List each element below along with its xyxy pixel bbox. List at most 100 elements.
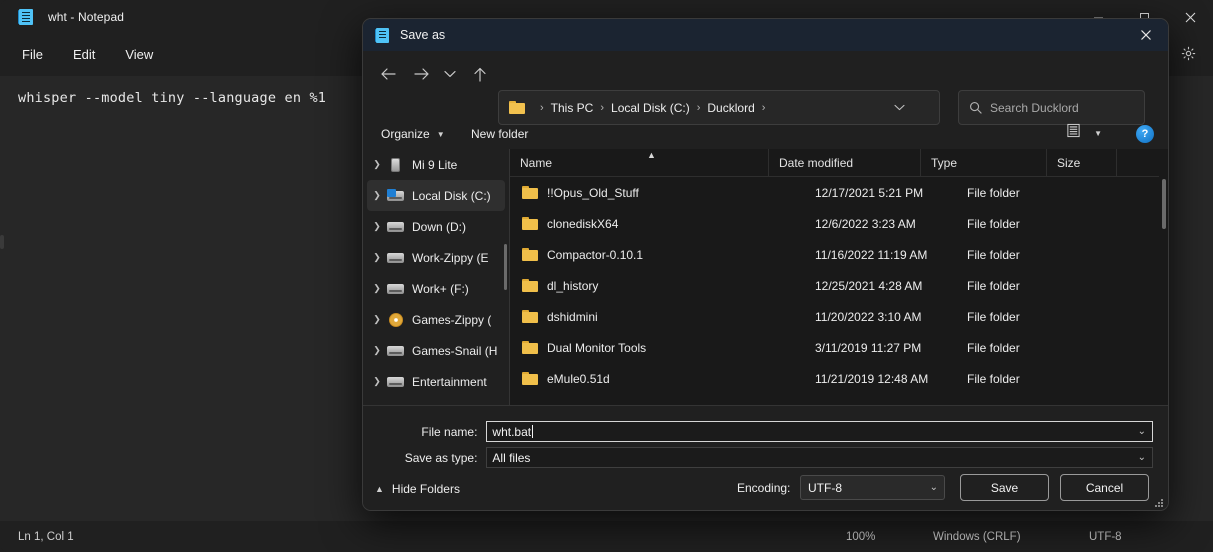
breadcrumb-local-disk[interactable]: Local Disk (C:)	[611, 101, 690, 115]
organize-button[interactable]: Organize ▼	[373, 123, 453, 145]
chevron-down-icon[interactable]	[894, 102, 905, 114]
drive-icon	[387, 282, 404, 296]
sidebar-item-label: Work-Zippy (E	[412, 250, 489, 265]
sidebar-item-label: Down (D:)	[412, 219, 467, 234]
help-icon[interactable]: ?	[1136, 125, 1154, 143]
notepad-text: whisper --model tiny --language en %1	[18, 90, 327, 106]
sidebar-item-games-zippy[interactable]: ❯ Games-Zippy (	[367, 304, 505, 335]
chevron-right-icon[interactable]: ❯	[367, 159, 387, 170]
chevron-down-icon[interactable]: ⌄	[1138, 452, 1146, 463]
sidebar-item-local-disk-c[interactable]: ❯ Local Disk (C:)	[367, 180, 505, 211]
close-icon[interactable]	[1124, 19, 1168, 51]
column-header-size[interactable]: Size	[1046, 149, 1116, 176]
drive-icon	[387, 251, 404, 265]
column-label: Name	[520, 155, 553, 170]
table-row[interactable]: Dual Monitor Tools 3/11/2019 11:27 PM Fi…	[510, 332, 1168, 363]
table-row[interactable]: clonediskX64 12/6/2022 3:23 AM File fold…	[510, 208, 1168, 239]
notepad-scrollbar[interactable]	[0, 235, 4, 249]
file-type: File folder	[967, 216, 1020, 231]
status-cursor-position: Ln 1, Col 1	[18, 530, 74, 543]
column-header-type[interactable]: Type	[920, 149, 1046, 176]
breadcrumb-ducklord[interactable]: Ducklord	[707, 101, 754, 115]
file-name: Compactor-0.10.1	[547, 247, 644, 262]
notepad-icon	[18, 9, 34, 25]
save-as-type-value: All files	[492, 450, 531, 465]
column-header-extra[interactable]	[1116, 149, 1168, 176]
sort-ascending-icon: ▲	[647, 150, 656, 160]
sidebar-item-work-zippy-e[interactable]: ❯ Work-Zippy (E	[367, 242, 505, 273]
arrow-right-icon[interactable]	[407, 59, 437, 89]
status-zoom-level[interactable]: 100%	[846, 531, 875, 543]
screen: wht - Notepad File Edit View whisper --m…	[0, 0, 1213, 552]
file-type: File folder	[967, 278, 1020, 293]
file-name-input[interactable]: wht.bat ⌄	[486, 421, 1153, 442]
new-folder-button[interactable]: New folder	[463, 123, 536, 145]
gear-icon[interactable]	[1173, 38, 1203, 68]
command-bar: Organize ▼ New folder ▼ ?	[363, 119, 1168, 149]
navigation-pane[interactable]: ❯ Mi 9 Lite ❯ Local Disk (C:) ❯ Down (D:…	[363, 149, 509, 405]
resize-grip-icon[interactable]	[1155, 499, 1164, 508]
encoding-select[interactable]: UTF-8 ⌄	[800, 475, 945, 500]
column-header-name[interactable]: Name ▲	[510, 149, 768, 176]
chevron-right-icon[interactable]: ❯	[367, 283, 387, 294]
new-folder-label: New folder	[471, 127, 529, 141]
chevron-down-icon[interactable]	[437, 59, 463, 89]
sidebar-item-label: Work+ (F:)	[412, 281, 469, 296]
chevron-right-icon[interactable]: ❯	[367, 376, 387, 387]
folder-icon	[522, 217, 538, 230]
arrow-up-icon[interactable]	[465, 59, 495, 89]
sidebar-scrollbar[interactable]	[504, 244, 507, 290]
file-name-row: File name: wht.bat ⌄	[363, 421, 1153, 442]
dialog-body: ❯ Mi 9 Lite ❯ Local Disk (C:) ❯ Down (D:…	[363, 149, 1168, 405]
table-row[interactable]: eMule0.51d 11/21/2019 12:48 AM File fold…	[510, 363, 1168, 394]
file-type: File folder	[967, 371, 1020, 386]
table-row[interactable]: !!Opus_Old_Stuff 12/17/2021 5:21 PM File…	[510, 177, 1168, 208]
drive-icon	[387, 344, 404, 358]
chevron-down-icon[interactable]: ⌄	[930, 482, 938, 493]
chevron-right-icon[interactable]: ❯	[367, 345, 387, 356]
notepad-statusbar: Ln 1, Col 1 100% Windows (CRLF) UTF-8	[0, 521, 1213, 552]
chevron-up-icon: ▲	[375, 484, 384, 494]
folder-icon	[522, 310, 538, 323]
hide-folders-button[interactable]: ▲ Hide Folders	[375, 482, 460, 496]
chevron-right-icon[interactable]: ❯	[367, 314, 387, 325]
view-options-button[interactable]: ▼	[1066, 123, 1102, 143]
file-date: 12/6/2022 3:23 AM	[815, 216, 916, 231]
file-list[interactable]: Name ▲ Date modified Type Size !!Opus_Ol…	[510, 149, 1168, 405]
chevron-right-icon[interactable]: ❯	[367, 252, 387, 263]
text-cursor	[532, 425, 534, 438]
arrow-left-icon[interactable]	[373, 59, 403, 89]
table-row[interactable]: Compactor-0.10.1 11/16/2022 11:19 AM Fil…	[510, 239, 1168, 270]
breadcrumb-this-pc[interactable]: This PC	[551, 101, 594, 115]
menu-edit[interactable]: Edit	[61, 43, 107, 66]
cancel-button[interactable]: Cancel	[1060, 474, 1149, 501]
sidebar-item-work-plus-f[interactable]: ❯ Work+ (F:)	[367, 273, 505, 304]
sidebar-item-mi-9-lite[interactable]: ❯ Mi 9 Lite	[367, 149, 505, 180]
file-name: dl_history	[547, 278, 599, 293]
save-button[interactable]: Save	[960, 474, 1049, 501]
help-label: ?	[1141, 128, 1149, 140]
folder-icon	[522, 186, 538, 199]
close-icon[interactable]	[1167, 0, 1213, 34]
table-row[interactable]: dl_history 12/25/2021 4:28 AM File folde…	[510, 270, 1168, 301]
chevron-right-icon[interactable]: ❯	[367, 190, 387, 201]
menu-file[interactable]: File	[10, 43, 55, 66]
sidebar-item-games-snail-h[interactable]: ❯ Games-Snail (H	[367, 335, 505, 366]
file-list-scrollbar-thumb[interactable]	[1162, 179, 1166, 229]
menu-view[interactable]: View	[113, 43, 165, 66]
file-date: 11/21/2019 12:48 AM	[815, 371, 929, 386]
folder-icon	[522, 341, 538, 354]
column-header-date-modified[interactable]: Date modified	[768, 149, 920, 176]
save-as-type-select[interactable]: All files ⌄	[486, 447, 1153, 468]
encoding-label: Encoding:	[737, 481, 791, 495]
sidebar-item-entertainment[interactable]: ❯ Entertainment	[367, 366, 505, 397]
chevron-down-icon[interactable]: ⌄	[1138, 426, 1146, 437]
status-line-endings[interactable]: Windows (CRLF)	[933, 531, 1021, 543]
table-row[interactable]: dshidmini 11/20/2022 3:10 AM File folder	[510, 301, 1168, 332]
search-placeholder: Search Ducklord	[990, 100, 1079, 115]
chevron-right-icon[interactable]: ❯	[367, 221, 387, 232]
file-type: File folder	[967, 340, 1020, 355]
sidebar-item-down-d[interactable]: ❯ Down (D:)	[367, 211, 505, 242]
list-view-icon	[1066, 123, 1081, 143]
status-encoding[interactable]: UTF-8	[1089, 531, 1122, 543]
